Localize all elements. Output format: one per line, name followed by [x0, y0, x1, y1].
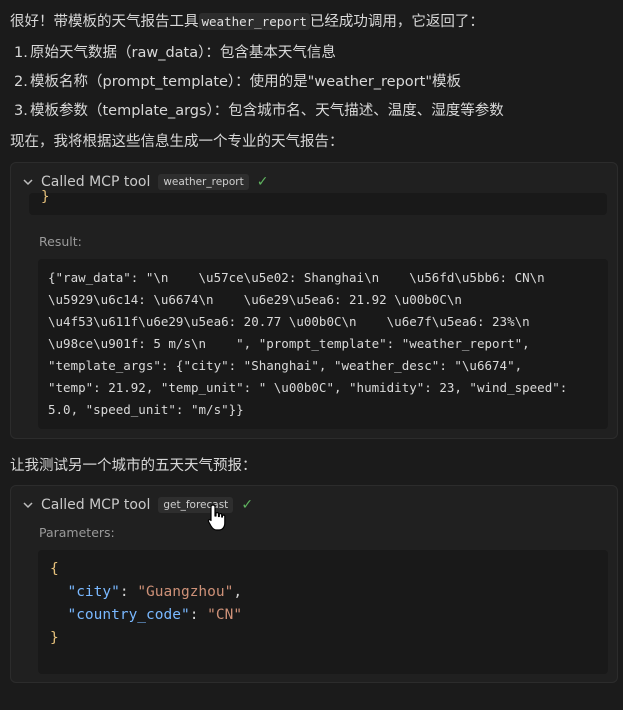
called-mcp-tool-label: Called MCP tool	[41, 174, 151, 190]
json-colon: :	[119, 584, 138, 600]
list-number: 3.	[14, 103, 28, 119]
json-key-country-code: "country_code"	[67, 607, 190, 623]
parameters-code-block: { "city": "Guangzhou", "country_code": "…	[38, 550, 608, 674]
list-number: 1.	[14, 45, 28, 61]
parameters-json: { "city": "Guangzhou", "country_code": "…	[50, 558, 242, 650]
parameters-label: Parameters:	[39, 525, 115, 540]
list-item: 3. 模板参数（template_args）：包含城市名、天气描述、温度、湿度等参…	[14, 99, 504, 120]
result-text: {"raw_data": "\n \u57ce\u5e02: Shanghai\…	[48, 267, 602, 421]
result-code-block: {"raw_data": "\n \u57ce\u5e02: Shanghai\…	[38, 259, 608, 429]
result-line: "temp": 21.92, "temp_unit": " \u00b0C", …	[48, 380, 568, 395]
chevron-down-icon[interactable]	[21, 175, 35, 189]
list-text: 模板名称（prompt_template）：使用的是"weather_repor…	[30, 74, 461, 90]
parameters-code-fragment: }	[29, 189, 607, 215]
list-text: 模板参数（template_args）：包含城市名、天气描述、温度、湿度等参数	[30, 103, 504, 119]
tool-call-card-get-forecast: Called MCP tool get_forecast ✓ Parameter…	[10, 485, 618, 683]
transition-paragraph: 让我测试另一个城市的五天天气预报：	[10, 458, 257, 474]
result-line: \u4f53\u611f\u6e29\u5ea6: 20.77 \u00b0C\…	[48, 314, 530, 329]
json-colon: :	[189, 607, 208, 623]
list-text: 原始天气数据（raw_data）：包含基本天气信息	[30, 45, 336, 61]
tool-call-header[interactable]: Called MCP tool weather_report ✓	[21, 172, 268, 192]
chevron-down-icon[interactable]	[21, 498, 35, 512]
list-item: 1. 原始天气数据（raw_data）：包含基本天气信息	[14, 41, 336, 62]
code-brace-fragment: }	[41, 189, 50, 205]
intro-text-before: 很好！带模板的天气报告工具	[10, 14, 199, 30]
result-line: 5.0, "speed_unit": "m/s"}}	[48, 402, 244, 417]
json-open-brace: {	[50, 561, 59, 577]
json-key-city: "city"	[67, 584, 120, 600]
json-close-brace: }	[50, 630, 59, 646]
intro-inline-code: weather_report	[198, 13, 310, 30]
result-line: \u98ce\u901f: 5 m/s\n ", "prompt_templat…	[48, 336, 530, 351]
check-icon: ✓	[241, 497, 254, 513]
json-value-country-code: "CN"	[207, 607, 243, 623]
result-line: {"raw_data": "\n \u57ce\u5e02: Shanghai\…	[48, 270, 545, 285]
check-icon: ✓	[256, 174, 269, 190]
tool-call-card-weather-report: Called MCP tool weather_report ✓ } Resul…	[10, 162, 618, 439]
json-comma: ,	[233, 584, 243, 600]
list-item: 2. 模板名称（prompt_template）：使用的是"weather_rep…	[14, 70, 461, 91]
result-line: \u5929\u6c14: \u6674\n \u6e29\u5ea6: 21.…	[48, 292, 462, 307]
list-number: 2.	[14, 74, 28, 90]
called-mcp-tool-label: Called MCP tool	[41, 497, 151, 513]
result-line: "template_args": {"city": "Shanghai", "w…	[48, 358, 523, 373]
summary-paragraph: 现在，我将根据这些信息生成一个专业的天气报告：	[10, 134, 344, 150]
hand-pointer-cursor-icon	[206, 503, 228, 533]
intro-paragraph: 很好！带模板的天气报告工具 weather_report 已经成功调用，它返回了：	[10, 10, 484, 31]
result-label: Result:	[39, 234, 82, 249]
intro-text-after: 已经成功调用，它返回了：	[309, 14, 484, 30]
json-value-city: "Guangzhou"	[137, 584, 234, 600]
tool-name-badge: weather_report	[158, 174, 249, 190]
